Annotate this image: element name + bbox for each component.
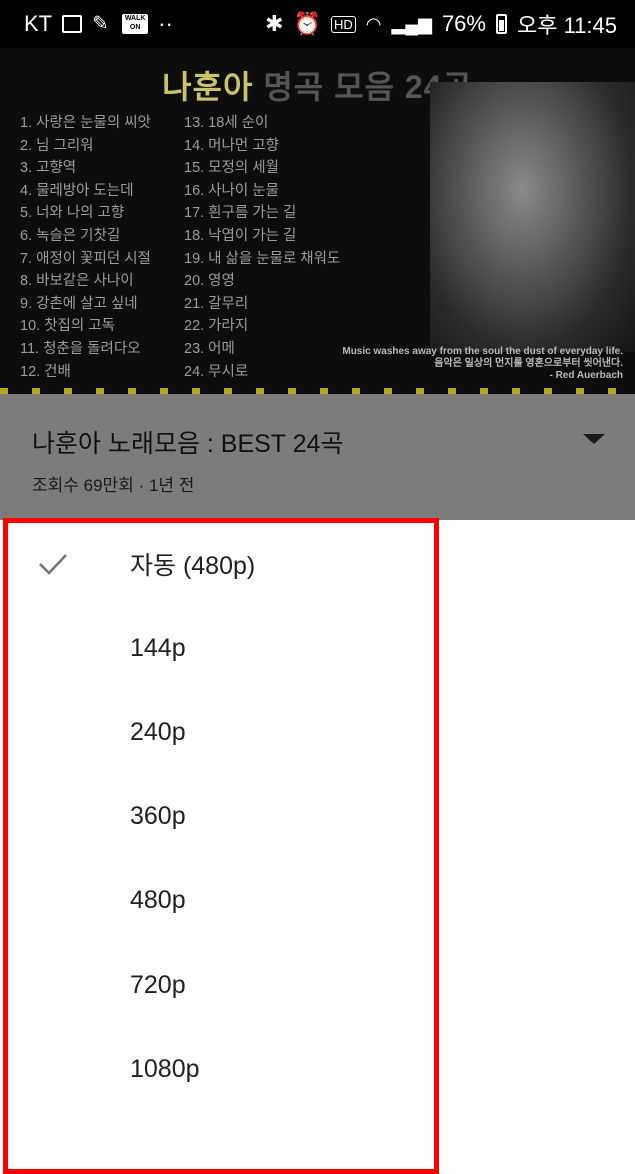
quality-option-240p[interactable]: 240p: [0, 690, 635, 774]
quality-option-label: 자동 (480p): [130, 552, 256, 580]
bluetooth-icon: ✱: [265, 11, 284, 36]
quality-menu: 자동 (480p) 144p 240p 360p 480p 720p 1080p: [0, 520, 635, 1174]
song-item: 6. 녹슬은 기찻길: [20, 227, 121, 244]
wifi-icon: ◠: [365, 13, 382, 34]
song-item: 21. 갈무리: [184, 295, 249, 312]
song-item: 24. 무시로: [184, 363, 249, 380]
quality-option-label: 480p: [130, 885, 186, 914]
battery-percent: 76%: [441, 11, 486, 36]
quality-option-label: 144p: [130, 633, 186, 662]
video-title[interactable]: 나훈아 노래모음 : BEST 24곡: [32, 424, 343, 460]
alarm-icon: ⏰: [293, 11, 321, 36]
song-item: 4. 물레방아 도는데: [20, 182, 134, 199]
thumbnail-title-highlight: 나훈아: [162, 69, 254, 105]
quality-option-480p[interactable]: 480p: [0, 858, 635, 942]
song-item: 8. 바보같은 사나이: [20, 273, 134, 290]
song-item: 5. 너와 나의 고향: [20, 205, 125, 222]
more-notifications-icon: ··: [158, 11, 173, 36]
song-item: 10. 찻집의 고독: [20, 318, 115, 335]
status-right: ✱ ⏰ HD ◠ ▂▄▆ 76% 오후 11:45: [265, 8, 617, 40]
song-item: 9. 강촌에 살고 싶네: [20, 295, 138, 312]
song-item: 22. 가라지: [184, 318, 249, 335]
song-item: 12. 건배: [20, 363, 71, 380]
song-item: 16. 사나이 눈물: [184, 182, 279, 199]
expand-description-icon[interactable]: [583, 434, 605, 444]
quality-option-label: 240p: [130, 717, 186, 746]
song-item: 15. 모정의 세월: [184, 160, 279, 177]
quality-option-720p[interactable]: 720p: [0, 943, 635, 1027]
song-item: 14. 머나먼 고향: [184, 137, 279, 154]
quality-option-label: 1080p: [130, 1054, 200, 1083]
quality-option-360p[interactable]: 360p: [0, 774, 635, 858]
song-item: 11. 청춘을 돌려다오: [20, 340, 141, 357]
status-left: KT ✎ WALK ON ··: [24, 11, 173, 37]
song-item: 3. 고향역: [20, 160, 77, 177]
video-meta: 조회수 69만회 · 1년 전: [32, 476, 195, 495]
hd-icon: HD: [330, 15, 356, 33]
quality-option-144p[interactable]: 144p: [0, 606, 635, 690]
walk-on-icon: WALK ON: [122, 14, 149, 34]
song-item: 13. 18세 순이: [184, 115, 269, 131]
song-list-right: 13. 18세 순이 14. 머나먼 고향 15. 모정의 세월 16. 사나이…: [184, 112, 340, 383]
song-item: 1. 사랑은 눈물의 씨앗: [20, 115, 151, 131]
check-icon: [39, 554, 67, 575]
song-item: 18. 낙엽이 가는 길: [184, 227, 297, 244]
quality-option-auto[interactable]: 자동 (480p): [0, 522, 635, 606]
video-player[interactable]: 나훈아 명곡 모음 24곡 1. 사랑은 눈물의 씨앗 2. 님 그리워 3. …: [0, 48, 635, 394]
song-list-left: 1. 사랑은 눈물의 씨앗 2. 님 그리워 3. 고향역 4. 물레방아 도는…: [20, 112, 151, 383]
carrier-label: KT: [24, 11, 53, 36]
quill-icon: ✎: [92, 13, 109, 35]
quality-option-label: 720p: [130, 970, 186, 999]
quote-english: Music washes away from the soul the dust…: [342, 346, 623, 357]
artist-photo: [430, 82, 635, 352]
clock: 오후 11:45: [516, 13, 617, 38]
song-item: 19. 내 삶을 눈물로 채워도: [184, 250, 341, 267]
song-item: 7. 애정이 꽃피던 시절: [20, 250, 151, 267]
song-item: 2. 님 그리워: [20, 137, 94, 154]
signal-icon: ▂▄▆: [391, 13, 432, 34]
quote-block: Music washes away from the soul the dust…: [342, 346, 623, 382]
song-item: 17. 흰구름 가는 길: [184, 205, 297, 222]
quote-korean: 음악은 일상의 먼지를 영혼으로부터 씻어낸다.: [434, 358, 623, 369]
video-info: 나훈아 노래모음 : BEST 24곡 조회수 69만회 · 1년 전: [0, 394, 635, 520]
quality-option-1080p[interactable]: 1080p: [0, 1027, 635, 1111]
song-item: 23. 어메: [184, 340, 235, 357]
status-bar: KT ✎ WALK ON ·· ✱ ⏰ HD ◠ ▂▄▆ 76% 오후 11:4…: [0, 0, 635, 48]
battery-icon: [495, 14, 507, 34]
quote-author: - Red Auerbach: [549, 370, 623, 381]
song-item: 20. 영영: [184, 273, 235, 290]
quality-option-label: 360p: [130, 801, 186, 830]
gallery-icon: [62, 15, 83, 33]
